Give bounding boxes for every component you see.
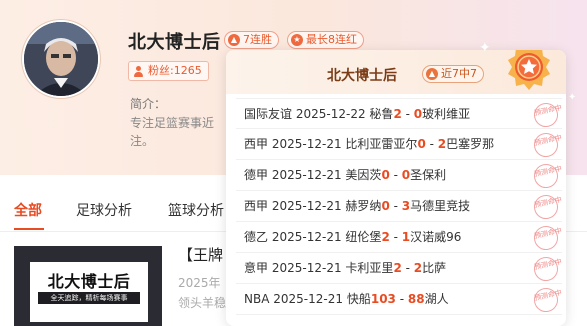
match-row[interactable]: 德乙 2025-12-21 纽伦堡2 - 1汉诺威96 预测命中: [236, 222, 563, 253]
score-separator: -: [389, 199, 402, 213]
streak-badge-label: 7连胜: [243, 33, 272, 46]
home-score: 2: [393, 261, 402, 275]
home-team: 赫罗纳: [345, 199, 382, 213]
away-team: 巴塞罗那: [446, 137, 495, 151]
match-league: 西甲: [244, 199, 269, 213]
away-score: 2: [437, 137, 447, 151]
away-score: 88: [407, 292, 425, 306]
match-row[interactable]: 西甲 2025-12-21 赫罗纳0 - 3马德里竞技 预测命中: [236, 191, 563, 222]
away-score: 0: [413, 107, 423, 121]
away-score: 2: [413, 261, 423, 275]
away-score: 0: [401, 168, 411, 182]
hit-stamp-icon: 预测命中: [531, 192, 563, 222]
popup-header: 北大博士后 ▲ 近7中7: [226, 50, 566, 94]
match-row[interactable]: 国际友谊 2025-12-22 秘鲁2 - 0玻利维亚 预测命中: [236, 98, 563, 130]
record-popup: 北大博士后 ▲ 近7中7 国际友谊 2025-12-22 秘鲁2 - 0玻利维亚…: [226, 50, 566, 326]
fans-label: 粉丝:1265: [148, 64, 202, 77]
match-league: 德乙: [244, 230, 269, 244]
match-league: NBA: [244, 292, 270, 306]
match-league: 西甲: [244, 137, 269, 151]
sparkle-icon: ✦: [479, 40, 491, 56]
match-date: 2025-12-21: [271, 199, 342, 213]
match-list: 国际友谊 2025-12-22 秘鲁2 - 0玻利维亚 预测命中 西甲 2025-1…: [236, 98, 563, 315]
away-team: 玻利维亚: [422, 107, 471, 121]
intro-text: 专注足篮赛事近注。: [130, 116, 215, 148]
match-league: 意甲: [244, 261, 269, 275]
home-score: 2: [381, 230, 390, 244]
home-team: 纽伦堡: [345, 230, 382, 244]
flame-icon: ▲: [426, 68, 438, 80]
article-date: 2025年: [178, 276, 221, 290]
avatar[interactable]: [22, 20, 100, 98]
thumbnail-card: 北大博士后 全天追踪，精析每场赛事: [30, 262, 148, 322]
recent-record-label: 近7中7: [441, 67, 477, 80]
away-team: 湖人: [424, 292, 449, 306]
home-score: 103: [370, 292, 396, 306]
match-row[interactable]: NBA 2025-12-21 快船103 - 88湖人 预测命中: [236, 284, 563, 315]
medal-star-icon: [508, 50, 550, 90]
score-separator: -: [401, 261, 414, 275]
recent-record-badge: ▲ 近7中7: [422, 65, 484, 83]
match-row[interactable]: 德甲 2025-12-21 美因茨0 - 0圣保利 预测命中: [236, 160, 563, 191]
hit-stamp-icon: 预测命中: [531, 285, 563, 315]
thumb-up-icon: ★: [291, 34, 303, 46]
home-team: 快船: [346, 292, 371, 306]
away-score: 3: [401, 199, 411, 213]
away-team: 比萨: [422, 261, 447, 275]
article-thumbnail[interactable]: 北大博士后 全天追踪，精析每场赛事: [14, 246, 162, 326]
score-separator: -: [395, 292, 408, 306]
article-summary: 领头羊稳: [178, 296, 227, 310]
thumbnail-subtitle: 全天追踪，精析每场赛事: [38, 292, 140, 304]
home-team: 美因茨: [345, 168, 382, 182]
match-date: 2025-12-21: [273, 292, 343, 306]
tab-all[interactable]: 全部: [14, 200, 42, 220]
best-streak-label: 最长8连红: [306, 33, 357, 46]
hit-stamp-icon: 预测命中: [531, 223, 563, 253]
person-icon: [133, 65, 144, 77]
match-date: 2025-12-21: [271, 168, 342, 182]
article-title[interactable]: 【王牌: [178, 244, 223, 265]
away-team: 圣保利: [410, 168, 447, 182]
match-date: 2025-12-21: [271, 261, 342, 275]
flame-icon: ▲: [228, 34, 240, 46]
match-date: 2025-12-22: [295, 107, 366, 121]
home-team: 卡利亚里: [345, 261, 394, 275]
home-score: 2: [393, 107, 402, 121]
home-team: 秘鲁: [369, 107, 394, 121]
score-separator: -: [389, 230, 402, 244]
intro-label: 简介：: [130, 97, 167, 111]
hit-stamp-icon: 预测命中: [531, 130, 563, 160]
away-score: 1: [401, 230, 411, 244]
home-score: 0: [381, 199, 390, 213]
tab-football[interactable]: 足球分析: [76, 200, 132, 220]
thumbnail-title: 北大博士后: [47, 272, 131, 291]
match-league: 国际友谊: [244, 107, 293, 121]
away-team: 马德里竞技: [410, 199, 471, 213]
away-team: 汉诺威96: [410, 230, 462, 244]
home-score: 0: [381, 168, 390, 182]
hit-stamp-icon: 预测命中: [531, 100, 563, 130]
active-tab-indicator: [14, 228, 44, 230]
match-date: 2025-12-21: [271, 137, 342, 151]
score-separator: -: [401, 107, 414, 121]
home-team: 比利亚雷亚尔: [345, 137, 418, 151]
match-league: 德甲: [244, 168, 269, 182]
profile-name: 北大博士后: [128, 32, 221, 53]
hit-stamp-icon: 预测命中: [531, 161, 563, 191]
score-separator: -: [425, 137, 438, 151]
hit-stamp-icon: 预测命中: [531, 254, 563, 284]
score-separator: -: [389, 168, 402, 182]
match-row[interactable]: 意甲 2025-12-21 卡利亚里2 - 2比萨 预测命中: [236, 253, 563, 284]
best-streak-badge: ★ 最长8连红: [287, 31, 364, 49]
popup-title: 北大博士后: [327, 68, 397, 84]
streak-badge: ▲ 7连胜: [224, 31, 279, 49]
tab-basketball[interactable]: 篮球分析: [168, 200, 224, 220]
match-row[interactable]: 西甲 2025-12-21 比利亚雷亚尔0 - 2巴塞罗那 预测命中: [236, 129, 563, 160]
sparkle-icon: ✦: [568, 92, 577, 103]
fans-count[interactable]: 粉丝:1265: [128, 61, 209, 81]
home-score: 0: [417, 137, 426, 151]
match-date: 2025-12-21: [271, 230, 342, 244]
